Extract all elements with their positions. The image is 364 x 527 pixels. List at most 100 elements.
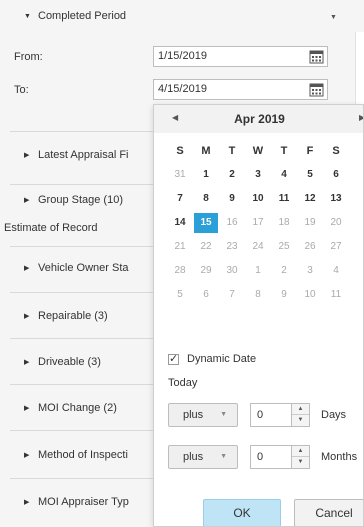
calendar-day[interactable]: 22: [194, 237, 218, 257]
days-spinner[interactable]: ▲ ▼: [291, 404, 309, 426]
months-operator-value: plus: [183, 451, 204, 463]
from-label: From:: [14, 51, 43, 63]
section-label: Vehicle Owner Sta: [38, 262, 129, 274]
months-operator-select[interactable]: plus ▼: [168, 445, 238, 469]
calendar-day[interactable]: 24: [246, 237, 270, 257]
dynamic-date-checkbox[interactable]: Dynamic Date: [168, 352, 257, 365]
months-value: 0: [257, 451, 264, 463]
completed-period-header[interactable]: ▼ Completed Period: [10, 0, 355, 32]
calendar-day[interactable]: 9: [220, 189, 244, 209]
chevron-down-icon[interactable]: ▼: [330, 14, 337, 21]
day-of-week-label: T: [228, 145, 236, 157]
collapsed-triangle-icon: ▶: [24, 499, 30, 506]
days-operator-select[interactable]: plus ▼: [168, 403, 238, 427]
calendar-day[interactable]: 5: [168, 285, 192, 305]
calendar-day[interactable]: 12: [298, 189, 322, 209]
calendar-day[interactable]: 9: [272, 285, 296, 305]
section-label: Latest Appraisal Fi: [38, 149, 129, 161]
to-date-input[interactable]: 4/15/2019: [153, 79, 328, 100]
calendar-day[interactable]: 28: [168, 261, 192, 281]
calendar-day[interactable]: 1: [194, 165, 218, 185]
collapsed-triangle-icon: ▶: [24, 359, 30, 366]
calendar-day[interactable]: 5: [298, 165, 322, 185]
collapsed-triangle-icon: ▶: [24, 405, 30, 412]
checkbox-checked-icon[interactable]: [168, 352, 179, 365]
calendar-day[interactable]: 16: [220, 213, 244, 233]
calendar-day[interactable]: 14: [168, 213, 192, 233]
spin-down-icon[interactable]: ▼: [292, 415, 309, 426]
day-of-week-label: W: [252, 145, 264, 157]
calendar-day[interactable]: 11: [324, 285, 348, 305]
day-of-week-label: S: [176, 145, 184, 157]
calendar-day[interactable]: 29: [194, 261, 218, 281]
expanded-triangle-icon: ▼: [24, 12, 31, 20]
calendar-day[interactable]: 26: [298, 237, 322, 257]
section-label: Repairable (3): [38, 310, 108, 322]
days-unit-label: Days: [321, 409, 347, 421]
calendar-day[interactable]: 1: [246, 261, 270, 281]
calendar-day[interactable]: 2: [272, 261, 296, 281]
calendar-day[interactable]: 4: [324, 261, 348, 281]
calendar-month-title[interactable]: Apr 2019: [154, 112, 363, 126]
ok-button[interactable]: OK: [203, 499, 281, 526]
completed-period-label: Completed Period: [38, 10, 127, 22]
calendar-day[interactable]: 19: [298, 213, 322, 233]
days-value: 0: [257, 409, 264, 421]
calendar-day[interactable]: 6: [194, 285, 218, 305]
months-value-input[interactable]: 0 ▲ ▼: [250, 445, 310, 469]
calendar-icon[interactable]: [308, 48, 325, 65]
calendar-day[interactable]: 10: [298, 285, 322, 305]
calendar-day[interactable]: 4: [272, 165, 296, 185]
calendar-day[interactable]: 3: [246, 165, 270, 185]
calendar-day[interactable]: 8: [194, 189, 218, 209]
days-operator-value: plus: [183, 409, 204, 421]
calendar-day[interactable]: 3: [298, 261, 322, 281]
section-label: Group Stage (10): [38, 194, 123, 206]
calendar-day[interactable]: 2: [220, 165, 244, 185]
spin-down-icon[interactable]: ▼: [292, 457, 309, 468]
months-unit-label: Months: [321, 451, 358, 463]
dynamic-date-label: Dynamic Date: [187, 353, 257, 365]
days-value-input[interactable]: 0 ▲ ▼: [250, 403, 310, 427]
calendar-day[interactable]: 25: [272, 237, 296, 257]
calendar-day[interactable]: 8: [246, 285, 270, 305]
calendar-day[interactable]: 23: [220, 237, 244, 257]
calendar-day[interactable]: 6: [324, 165, 348, 185]
months-spinner[interactable]: ▲ ▼: [291, 446, 309, 468]
calendar-day[interactable]: 17: [246, 213, 270, 233]
calendar-day[interactable]: 7: [168, 189, 192, 209]
filter-panel: ▼ Completed Period ▼ From: 1/15/2019 To:…: [0, 0, 364, 527]
calendar-icon[interactable]: [308, 81, 325, 98]
collapsed-triangle-icon: ▶: [24, 313, 30, 320]
section-label: Method of Inspecti: [38, 449, 128, 461]
today-label: Today: [168, 377, 198, 389]
chevron-down-icon: ▼: [220, 453, 227, 460]
next-month-icon[interactable]: ▶: [359, 113, 363, 122]
day-of-week-label: T: [280, 145, 288, 157]
calendar-day[interactable]: 30: [220, 261, 244, 281]
calendar-day[interactable]: 20: [324, 213, 348, 233]
calendar-day[interactable]: 18: [272, 213, 296, 233]
date-picker-popup: ◀ Apr 2019 ▶ SMTWTFS 3112345678910111213…: [153, 104, 364, 527]
section-label: MOI Appraiser Typ: [38, 496, 129, 508]
to-label: To:: [14, 84, 29, 96]
calendar-day[interactable]: 13: [324, 189, 348, 209]
from-date-input[interactable]: 1/15/2019: [153, 46, 328, 67]
calendar-day[interactable]: 27: [324, 237, 348, 257]
spin-up-icon[interactable]: ▲: [292, 404, 309, 415]
section-label: Driveable (3): [38, 356, 101, 368]
calendar-day[interactable]: 31: [168, 165, 192, 185]
collapsed-triangle-icon: ▶: [24, 265, 30, 272]
calendar-nav: ◀ Apr 2019 ▶: [154, 105, 363, 133]
cancel-button[interactable]: Cancel: [294, 499, 363, 526]
calendar-day[interactable]: 21: [168, 237, 192, 257]
calendar-day-selected[interactable]: 15: [194, 213, 218, 233]
calendar-day[interactable]: 7: [220, 285, 244, 305]
spin-up-icon[interactable]: ▲: [292, 446, 309, 457]
calendar-day[interactable]: 10: [246, 189, 270, 209]
from-date-value: 1/15/2019: [158, 50, 207, 62]
calendar-day[interactable]: 11: [272, 189, 296, 209]
day-of-week-label: M: [201, 145, 211, 157]
chevron-down-icon: ▼: [220, 411, 227, 418]
estimate-of-record-label: Estimate of Record: [4, 222, 98, 234]
